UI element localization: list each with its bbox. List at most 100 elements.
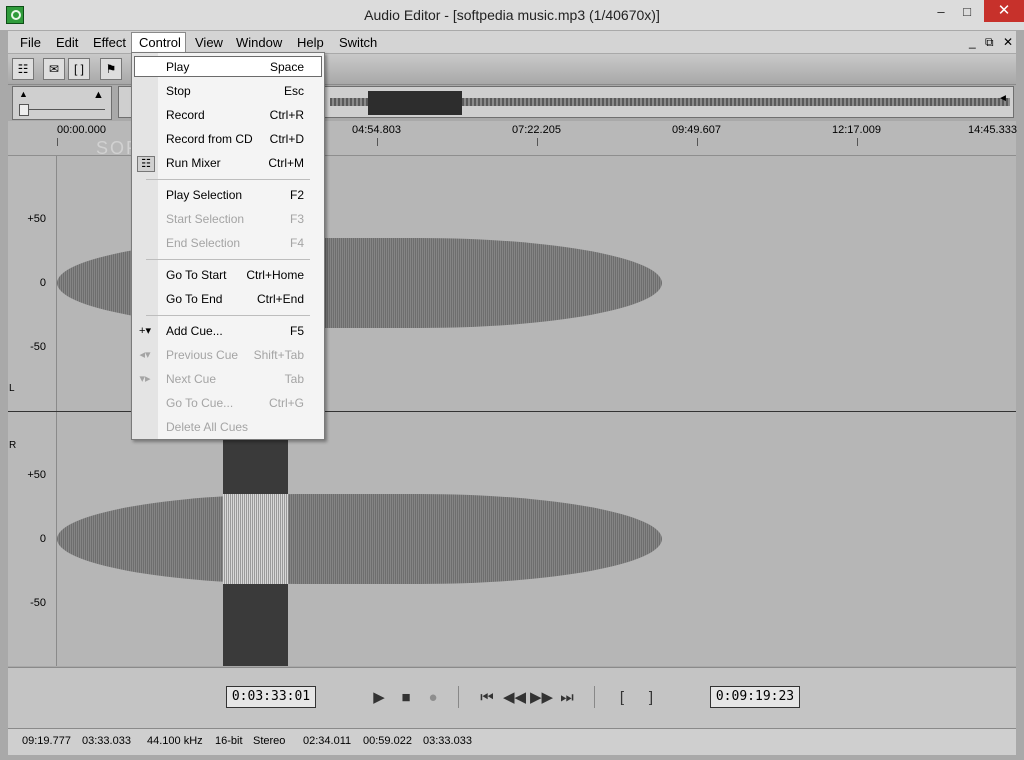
y-label: 0 [39, 533, 46, 545]
menu-shortcut: Ctrl+R [269, 108, 304, 122]
menu-control[interactable]: Control [139, 35, 181, 50]
menu-item-add-cue[interactable]: Add Cue... [166, 324, 223, 338]
menu-item-end-selection: End Selection [166, 236, 241, 250]
zoom-in-icon[interactable]: ▲ [93, 89, 104, 101]
mixer-icon: ☷ [137, 156, 155, 172]
menu-item-go-to-cue: Go To Cue... [166, 396, 234, 410]
menu-help[interactable]: Help [297, 35, 324, 50]
menu-file[interactable]: File [20, 35, 41, 50]
add-cue-icon: +▾ [139, 325, 151, 337]
envelope-icon[interactable]: ✉ [43, 58, 65, 80]
ruler-tick [57, 138, 58, 146]
record-icon[interactable]: ● [423, 688, 443, 708]
mdi-restore-button[interactable]: ⧉ [985, 35, 994, 50]
ruler-tick-label: 04:54.803 [352, 124, 401, 136]
end-selection-icon[interactable]: ] [641, 688, 661, 708]
y-label: -50 [30, 341, 46, 353]
go-to-start-icon[interactable]: ⏮ [477, 688, 497, 708]
menu-item-go-to-start[interactable]: Go To Start [166, 268, 226, 282]
menu-shortcut: F2 [289, 188, 304, 202]
right-channel-waveform[interactable] [57, 494, 662, 584]
menu-shortcut: Ctrl+End [256, 292, 304, 306]
menu-item-go-to-end[interactable]: Go To End [166, 292, 222, 306]
stop-icon[interactable]: ■ [396, 688, 416, 708]
selection-end-time[interactable]: 0:09:19:23 [710, 686, 800, 708]
status-bit-depth: 16-bit [215, 735, 243, 747]
menu-item-start-selection: Start Selection [166, 212, 245, 226]
menu-item-run-mixer[interactable]: Run Mixer [166, 156, 221, 170]
window-title: Audio Editor - [softpedia music.mp3 (1/4… [364, 7, 660, 23]
menu-shortcut: Ctrl+M [268, 156, 304, 170]
ruler-tick [377, 138, 378, 146]
menu-item-delete-all-cues: Delete All Cues [166, 420, 249, 434]
y-label: +50 [27, 213, 46, 225]
menu-edit[interactable]: Edit [56, 35, 78, 50]
menu-view[interactable]: View [195, 35, 223, 50]
menu-shortcut: Tab [284, 372, 304, 386]
menu-shortcut: F5 [289, 324, 304, 338]
overview-selection[interactable] [368, 91, 462, 115]
status-channels: Stereo [253, 735, 286, 747]
close-button[interactable]: ✕ [984, 0, 1024, 22]
menu-shortcut: F4 [289, 236, 304, 250]
menu-separator [146, 259, 310, 260]
next-cue-icon: ▾▸ [139, 373, 151, 385]
menu-shortcut: F3 [289, 212, 304, 226]
y-label: 0 [39, 277, 46, 289]
ruler-tick-label: 09:49.607 [672, 124, 721, 136]
menu-shortcut: Shift+Tab [253, 348, 304, 362]
ruler-tick [697, 138, 698, 146]
zoom-thumb[interactable] [19, 104, 29, 116]
status-position: 03:33.033 [82, 735, 131, 747]
menu-effect[interactable]: Effect [93, 35, 126, 50]
ruler-tick-label: 07:22.205 [512, 124, 561, 136]
menu-item-previous-cue: Previous Cue [166, 348, 239, 362]
maximize-button[interactable]: □ [954, 2, 980, 22]
cue-icon[interactable]: ⚑ [100, 58, 122, 80]
mdi-minimize-button[interactable]: _ [969, 35, 976, 49]
menu-item-play[interactable]: Play [166, 60, 189, 74]
left-channel-label: L [9, 383, 15, 394]
menu-shortcut: Ctrl+D [269, 132, 304, 146]
selected-waveform[interactable] [223, 494, 288, 584]
play-icon[interactable]: ▶ [369, 688, 389, 708]
transport-divider [594, 686, 595, 708]
selection-start-time[interactable]: 0:03:33:01 [226, 686, 316, 708]
minimize-button[interactable]: – [928, 2, 954, 22]
ruler-tick-label: 14:45.333 [968, 124, 1017, 136]
mixer-icon[interactable]: ☷ [12, 58, 34, 80]
transport-divider [458, 686, 459, 708]
menu-item-record[interactable]: Record [166, 108, 205, 122]
menu-item-next-cue: Next Cue [166, 372, 217, 386]
status-selection-length: 03:33.033 [423, 735, 472, 747]
status-selection-start: 02:34.011 [303, 735, 352, 747]
menu-shortcut: Space [269, 60, 304, 74]
previous-cue-icon: ◂▾ [139, 349, 151, 361]
mdi-close-button[interactable]: ✕ [1003, 35, 1013, 49]
zoom-out-icon[interactable]: ▲ [19, 89, 28, 99]
rewind-icon[interactable]: ◀◀ [503, 688, 526, 708]
brackets-icon[interactable]: [ ] [68, 58, 90, 80]
y-label: -50 [30, 597, 46, 609]
go-to-end-icon[interactable]: ⏭ [557, 688, 577, 708]
menu-shortcut: Ctrl+G [268, 396, 304, 410]
y-label: +50 [27, 469, 46, 481]
ruler-tick-label: 00:00.000 [57, 124, 106, 136]
status-total-length: 09:19.777 [22, 735, 71, 747]
menu-item-play-selection[interactable]: Play Selection [166, 188, 242, 202]
ruler-tick [857, 138, 858, 146]
zoom-slider-panel[interactable]: ▲ ▲ [12, 86, 112, 120]
forward-icon[interactable]: ▶▶ [530, 688, 553, 708]
menu-shortcut: Esc [283, 84, 304, 98]
menu-separator [146, 179, 310, 180]
menu-window[interactable]: Window [236, 35, 282, 50]
menu-switch[interactable]: Switch [339, 35, 377, 50]
ruler-tick [537, 138, 538, 146]
menu-shortcut: Ctrl+Home [246, 268, 304, 282]
start-selection-icon[interactable]: [ [612, 688, 632, 708]
menu-separator [146, 315, 310, 316]
zoom-track [19, 109, 105, 110]
ruler-tick-label: 12:17.009 [832, 124, 881, 136]
overview-end-marker-icon: ◄ [998, 93, 1008, 104]
menu-item-stop[interactable]: Stop [166, 84, 191, 98]
